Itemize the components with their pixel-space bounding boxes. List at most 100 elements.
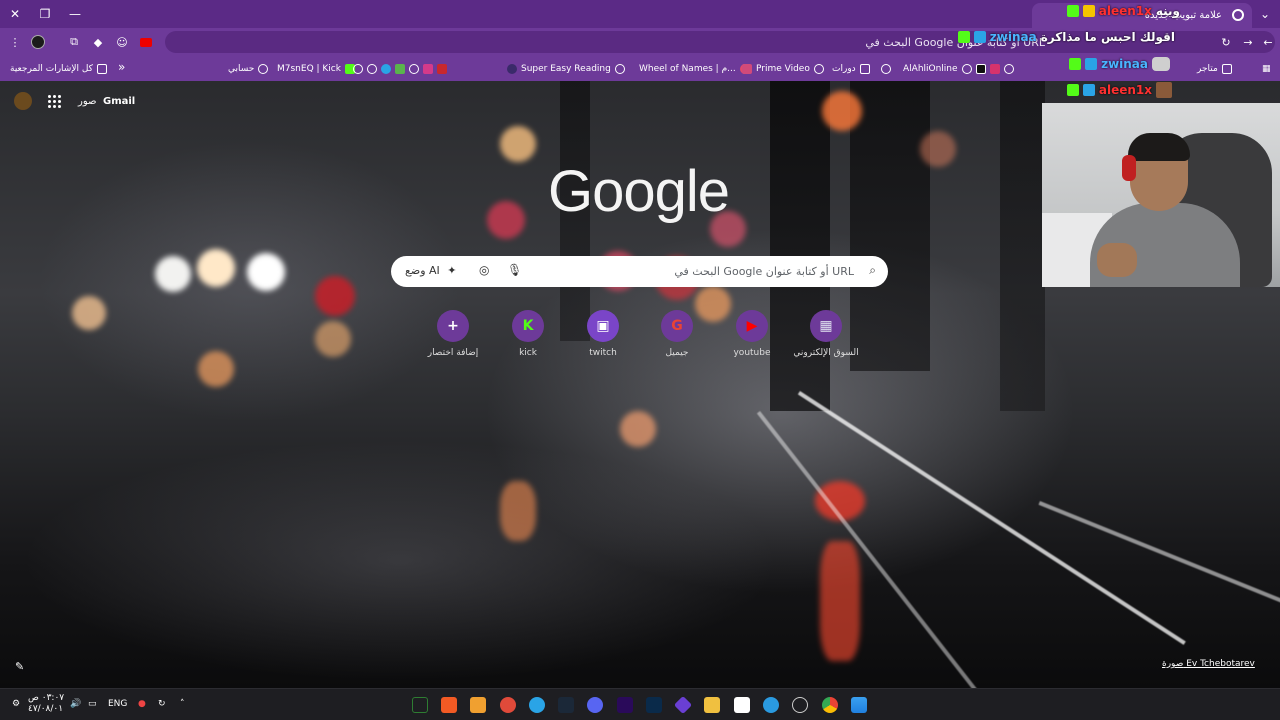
globe-icon	[813, 64, 824, 74]
shortcut-label: kick	[519, 348, 537, 358]
premiere-icon[interactable]	[617, 697, 633, 713]
profile-avatar[interactable]	[28, 32, 48, 52]
bookmark-item[interactable]: حسابي	[228, 61, 269, 77]
kick-badge-icon	[1069, 58, 1082, 70]
extensions-icon[interactable]: ⧉	[64, 32, 84, 52]
shortcut-gmail[interactable]: G جيميل	[637, 310, 717, 358]
tiktok-icon	[975, 64, 986, 74]
excel-icon[interactable]	[412, 697, 428, 713]
instagram-icon	[989, 64, 1000, 74]
bookmark-item[interactable]: M7snEQ | Kick	[277, 61, 355, 77]
sync-tray-icon[interactable]: ↻	[158, 699, 166, 709]
photo-credit-link[interactable]: صورة Ev Tchebotarev	[1162, 659, 1255, 669]
steam-icon[interactable]	[558, 697, 574, 713]
bookmark-folder[interactable]: دورات	[832, 61, 870, 77]
google-logo: Google	[548, 159, 730, 224]
bookmark-item[interactable]: AlAhliOnline	[903, 61, 1014, 77]
clock[interactable]: ٠٣:٠٧ ص ٤٧/٠٨/٠١	[28, 693, 64, 715]
shortcut-youtube[interactable]: ▶ youtube	[712, 310, 792, 358]
extension-face-icon[interactable]: ☺	[112, 32, 132, 52]
app-diamond-icon[interactable]	[673, 695, 693, 715]
shortcut-kick[interactable]: K kick	[488, 310, 568, 358]
restore-window-button[interactable]: ❐	[30, 0, 60, 28]
chat-username: aleen1x	[1098, 83, 1152, 97]
bookmark-folder[interactable]: متاجر	[1197, 61, 1232, 77]
shortcut-add[interactable]: + إضافة اختصار	[413, 310, 493, 358]
obs-icon[interactable]	[792, 697, 808, 713]
folder-icon	[1221, 64, 1232, 74]
images-link[interactable]: صور	[78, 96, 97, 107]
store-icon[interactable]	[734, 697, 750, 713]
bookmark-item[interactable]: Wheel of Names | م...	[639, 61, 750, 77]
apps-grid-icon[interactable]: ▦	[1262, 61, 1271, 77]
volume-icon[interactable]: 🔊	[70, 699, 81, 709]
google-account-avatar[interactable]	[14, 92, 32, 110]
bookmarks-overflow-chevron[interactable]: »	[118, 59, 125, 75]
tray-chevron-icon[interactable]: ˄	[180, 699, 185, 709]
network-icon[interactable]: ▭	[88, 699, 97, 709]
chat-message: zwinaa	[1069, 55, 1170, 73]
bookmark-icon-row[interactable]	[353, 61, 447, 77]
all-bookmarks-button[interactable]: كل الإشارات المرجعية	[10, 61, 107, 77]
ai-mode-button[interactable]: وضع AI ✦	[405, 264, 457, 277]
clock-time: ٠٣:٠٧ ص	[28, 693, 65, 703]
bookmark-item[interactable]: Super Easy Reading	[507, 61, 625, 77]
ai-mode-label: وضع AI	[405, 264, 440, 277]
telegram-icon[interactable]	[529, 697, 545, 713]
chat-message: aleen1x وينه	[1066, 2, 1180, 20]
menu-kebab-icon[interactable]: ⋮	[5, 32, 25, 52]
marketplace-icon: ▦	[810, 310, 842, 342]
photoshop-icon[interactable]	[646, 697, 662, 713]
globe-icon	[353, 64, 363, 74]
edge-taskbar-icon[interactable]	[763, 697, 779, 713]
minimize-window-button[interactable]: —	[60, 0, 90, 28]
chat-username: zwinaa	[1101, 57, 1148, 71]
all-bookmarks-label: كل الإشارات المرجعية	[10, 64, 93, 74]
shortcut-marketplace[interactable]: ▦ السوق الإلكتروني	[786, 310, 866, 358]
windows-start-icon[interactable]	[851, 697, 867, 713]
google-lens-icon[interactable]: ◎	[479, 263, 489, 277]
bookmark-item[interactable]: Prime Video	[742, 61, 824, 77]
chat-message: zwinaa اقولك احبس ما مذاكرة	[957, 28, 1175, 46]
search-box[interactable]: ⌕ البحث في Google أو كتابة عنوان URL 🎙 ◎…	[391, 256, 888, 287]
microphone-tray-icon[interactable]: ●	[138, 699, 146, 709]
forward-icon[interactable]: →	[1238, 32, 1258, 52]
shortcut-twitch[interactable]: ▣ twitch	[563, 310, 643, 358]
back-icon[interactable]: ←	[1258, 32, 1278, 52]
globe-icon	[881, 64, 891, 74]
app-r-icon[interactable]	[500, 697, 516, 713]
og-badge-icon	[973, 31, 986, 43]
folder-icon	[859, 64, 870, 74]
kick-icon: K	[512, 310, 544, 342]
customize-pencil-icon[interactable]: ✎	[15, 660, 24, 673]
chrome-taskbar-icon[interactable]	[822, 697, 838, 713]
file-explorer-icon[interactable]	[704, 697, 720, 713]
shortcut-label: إضافة اختصار	[427, 348, 479, 358]
discord-icon[interactable]	[587, 697, 603, 713]
chrome-icon	[1232, 9, 1244, 21]
youtube-extension-icon[interactable]	[136, 32, 156, 52]
google-icon: G	[661, 310, 693, 342]
extension-diamond-icon[interactable]: ◆	[88, 32, 108, 52]
microphone-icon[interactable]: 🎙	[507, 263, 522, 277]
tab-search-icon[interactable]: ⌄	[1250, 0, 1280, 28]
globe-icon	[258, 64, 269, 74]
webcam-overlay	[1042, 103, 1280, 287]
user-emote-icon	[1156, 82, 1172, 98]
chat-username: aleen1x	[1098, 4, 1152, 18]
google-apps-icon[interactable]	[48, 95, 62, 109]
folder-icon	[96, 64, 107, 74]
language-indicator[interactable]: ENG	[108, 699, 127, 709]
chat-username: zwinaa	[989, 30, 1037, 44]
close-window-button[interactable]: ✕	[0, 0, 30, 28]
edge-icon	[381, 64, 391, 74]
app-a-icon[interactable]	[470, 697, 486, 713]
settings-icon[interactable]: ⚙	[12, 699, 20, 709]
bookmark-item[interactable]	[881, 61, 891, 77]
globe-icon	[614, 64, 625, 74]
brave-icon[interactable]	[441, 697, 457, 713]
refresh-icon[interactable]: ↻	[1216, 32, 1236, 52]
gmail-link[interactable]: Gmail	[103, 96, 135, 107]
globe-icon	[367, 64, 377, 74]
add-shortcut-icon: +	[437, 310, 469, 342]
